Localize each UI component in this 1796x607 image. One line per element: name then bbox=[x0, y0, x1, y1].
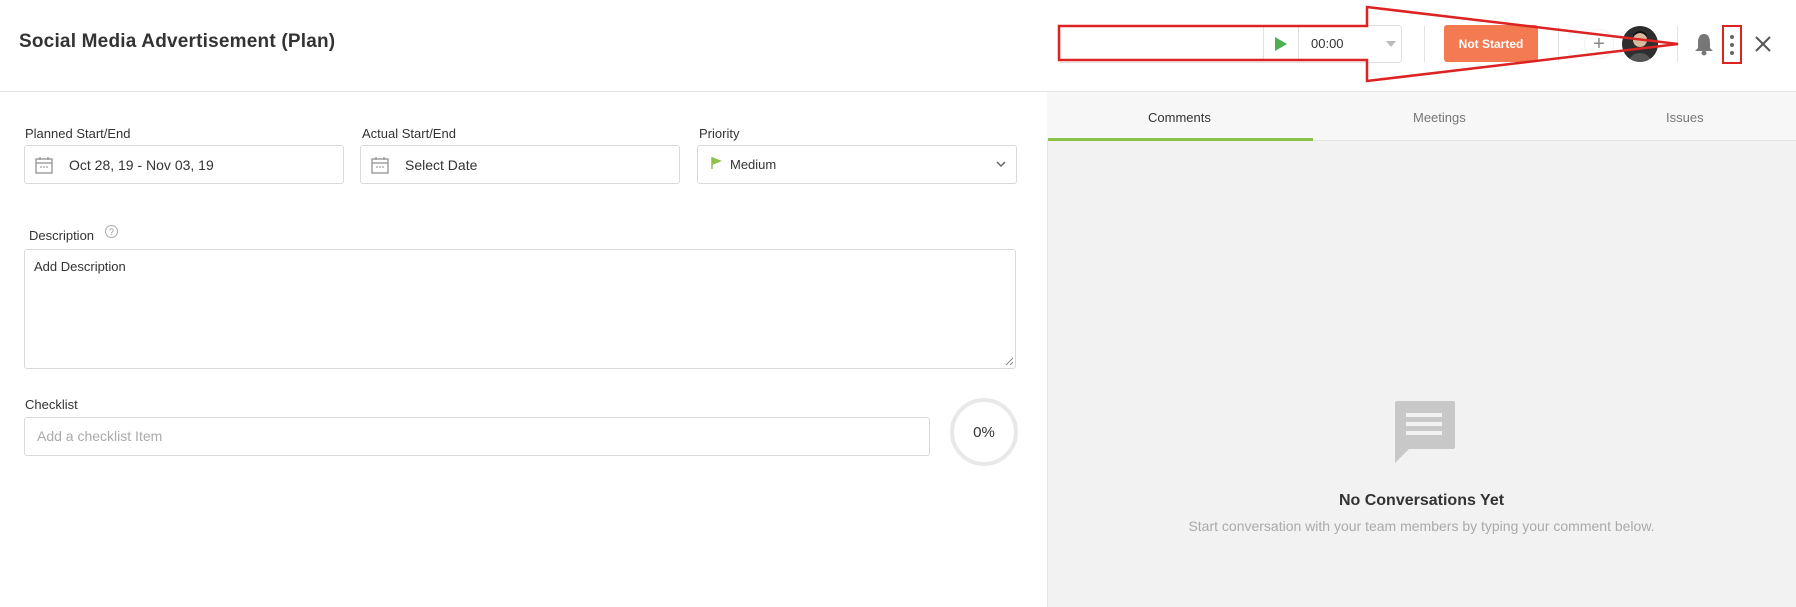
more-vertical-icon[interactable] bbox=[1722, 25, 1742, 64]
bell-icon[interactable] bbox=[1694, 32, 1714, 56]
calendar-icon bbox=[371, 157, 389, 174]
tab-issues[interactable]: Issues bbox=[1666, 110, 1704, 125]
task-detail-window: Social Media Advertisement (Plan) 00:00 … bbox=[0, 0, 1796, 607]
description-placeholder: Add Description bbox=[34, 259, 126, 274]
help-icon[interactable]: ? bbox=[105, 225, 118, 238]
checklist-progress: 0% bbox=[950, 398, 1018, 466]
divider bbox=[1424, 26, 1425, 62]
calendar-icon bbox=[35, 157, 53, 174]
empty-state-subtitle: Start conversation with your team member… bbox=[1188, 518, 1655, 534]
chat-icon bbox=[1395, 401, 1455, 463]
checklist-label: Checklist bbox=[25, 397, 78, 412]
description-label: Description bbox=[29, 228, 95, 243]
priority-label: Priority bbox=[699, 126, 740, 141]
divider bbox=[1677, 26, 1678, 62]
active-tab-indicator bbox=[1048, 138, 1313, 141]
timer-widget[interactable] bbox=[1059, 25, 1402, 63]
planned-label: Planned Start/End bbox=[25, 126, 131, 141]
header: Social Media Advertisement (Plan) 00:00 … bbox=[0, 0, 1796, 92]
avatar[interactable] bbox=[1622, 26, 1658, 62]
close-icon[interactable] bbox=[1751, 32, 1775, 56]
timer-time: 00:00 bbox=[1311, 36, 1344, 51]
description-textarea[interactable] bbox=[24, 249, 1016, 369]
empty-state-title: No Conversations Yet bbox=[1338, 492, 1505, 509]
tab-comments[interactable]: Comments bbox=[1148, 110, 1211, 125]
flag-icon bbox=[711, 157, 722, 169]
checklist-placeholder: Add a checklist Item bbox=[37, 428, 163, 444]
status-button[interactable]: Not Started bbox=[1444, 25, 1538, 62]
actual-label: Actual Start/End bbox=[362, 126, 456, 141]
chevron-down-icon bbox=[996, 161, 1006, 168]
add-member-button[interactable]: + bbox=[1584, 29, 1614, 59]
resize-handle-icon[interactable] bbox=[1005, 357, 1014, 366]
page-title: Social Media Advertisement (Plan) bbox=[19, 31, 336, 52]
priority-value: Medium bbox=[730, 157, 777, 172]
play-icon[interactable] bbox=[1263, 27, 1299, 61]
planned-date-value: Oct 28, 19 - Nov 03, 19 bbox=[69, 157, 214, 173]
actual-date-value: Select Date bbox=[405, 157, 478, 173]
divider bbox=[1558, 26, 1559, 62]
tab-meetings[interactable]: Meetings bbox=[1413, 110, 1466, 125]
caret-down-icon[interactable] bbox=[1381, 36, 1401, 52]
